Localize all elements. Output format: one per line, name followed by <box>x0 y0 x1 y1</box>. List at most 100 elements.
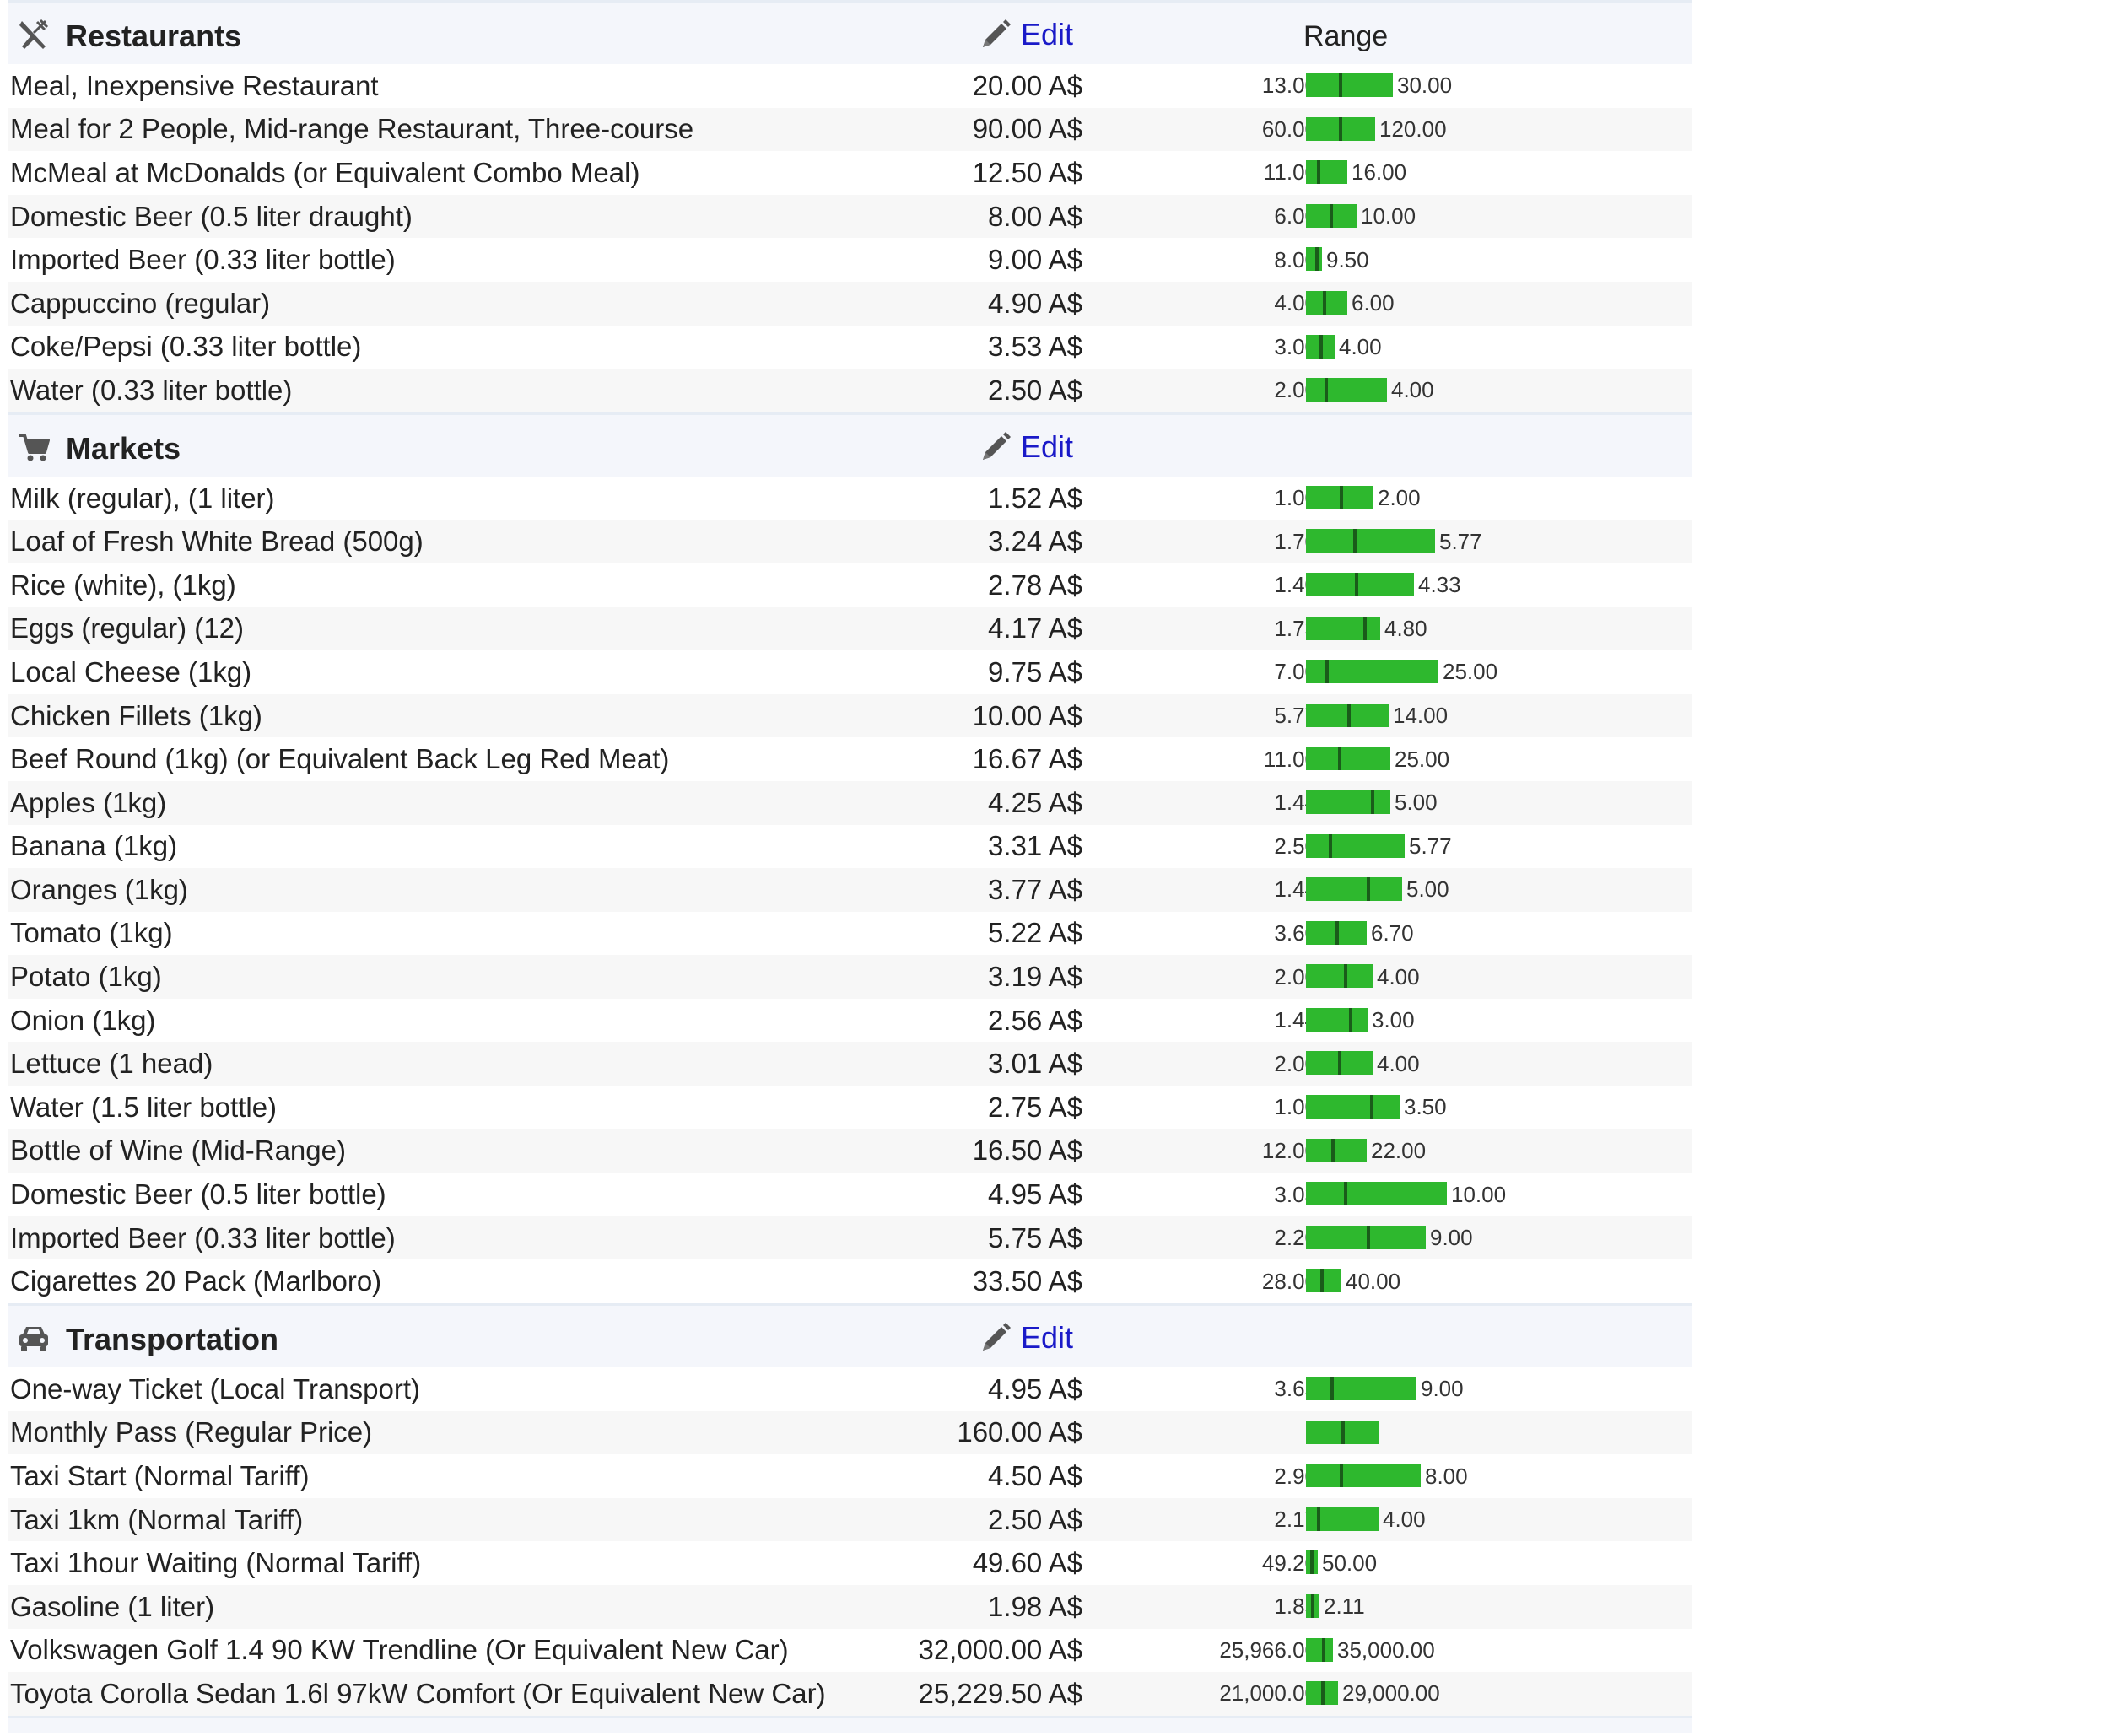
table-row: Imported Beer (0.33 liter bottle) 5.75 A$… <box>8 1216 1692 1260</box>
table-row: Domestic Beer (0.5 liter draught) 8.00 A$… <box>8 194 1692 239</box>
range-marker <box>1367 877 1370 902</box>
edit-link-restaurants[interactable]: Edit <box>979 17 1074 51</box>
item-name: Lettuce (1 head) <box>10 1048 213 1080</box>
section-header-restaurants: Restaurants Edit Range <box>8 0 1692 64</box>
table-row: Coke/Pepsi (0.33 liter bottle) 3.53 A$ 3.0… <box>8 326 1692 369</box>
table-row: Eggs (regular) (12) 4.17 A$ 1.73 4.80 <box>8 607 1692 651</box>
range-max: 16.00 <box>1352 159 1407 186</box>
table-row: Banana (1kg) 3.31 A$ 2.50 5.77 <box>8 825 1692 869</box>
range-bar <box>1306 247 1322 272</box>
item-price: 4.50 A$ <box>988 1460 1082 1492</box>
range-marker <box>1341 1420 1345 1444</box>
item-price: 3.24 A$ <box>988 526 1082 558</box>
table-row: Bottle of Wine (Mid-Range) 16.50 A$ 12.00 2… <box>8 1129 1692 1173</box>
item-name: Monthly Pass (Regular Price) <box>10 1416 373 1448</box>
range-marker <box>1323 290 1326 315</box>
table-row: Volkswagen Golf 1.4 90 KW Trendline (Or … <box>8 1629 1692 1673</box>
item-price: 32,000.00 A$ <box>918 1634 1082 1666</box>
item-price: 3.53 A$ <box>988 331 1082 363</box>
range-bar <box>1306 964 1373 989</box>
range-max: 29,000.00 <box>1342 1680 1440 1706</box>
item-name: Loaf of Fresh White Bread (500g) <box>10 526 424 558</box>
range-marker <box>1367 1225 1370 1249</box>
edit-label: Edit <box>1021 1320 1074 1356</box>
range-max: 2.11 <box>1324 1593 1365 1620</box>
range-max: 14.00 <box>1393 703 1449 729</box>
range-max: 8.00 <box>1425 1463 1468 1489</box>
table-row: Loaf of Fresh White Bread (500g) 3.24 A$ 1… <box>8 520 1692 563</box>
item-price: 4.95 A$ <box>988 1178 1082 1210</box>
table-row: Toyota Corolla Sedan 1.6l 97kW Comfort (… <box>8 1672 1692 1716</box>
item-price: 9.00 A$ <box>988 244 1082 276</box>
range-max: 35,000.00 <box>1337 1636 1435 1663</box>
item-name: One-way Ticket (Local Transport) <box>10 1372 421 1404</box>
range-max: 9.00 <box>1421 1376 1464 1402</box>
item-price: 4.95 A$ <box>988 1372 1082 1404</box>
range-marker <box>1347 703 1351 727</box>
range-marker <box>1344 1182 1347 1206</box>
section-title: Restaurants <box>66 19 242 53</box>
range-marker <box>1317 1507 1320 1531</box>
range-max: 25.00 <box>1395 746 1450 772</box>
range-max: 3.50 <box>1404 1094 1447 1120</box>
range-max: 10.00 <box>1451 1181 1507 1207</box>
item-price: 2.50 A$ <box>988 374 1082 406</box>
item-name: Cappuccino (regular) <box>10 287 271 319</box>
range-marker <box>1315 247 1319 272</box>
range-max: 6.70 <box>1371 919 1414 946</box>
range-max: 5.00 <box>1395 790 1438 816</box>
car-icon <box>17 1321 51 1355</box>
item-name: Imported Beer (0.33 liter bottle) <box>10 1221 396 1253</box>
range-marker <box>1310 1550 1314 1575</box>
table-row: Rice (white), (1kg) 2.78 A$ 1.40 4.33 <box>8 563 1692 607</box>
item-name: Toyota Corolla Sedan 1.6l 97kW Comfort (… <box>10 1677 826 1709</box>
edit-link-markets[interactable]: Edit <box>979 429 1073 464</box>
item-price: 33.50 A$ <box>972 1265 1082 1297</box>
range-bar <box>1306 1095 1400 1119</box>
range-marker <box>1371 790 1374 814</box>
range-max: 25.00 <box>1443 659 1498 685</box>
range-max: 5.00 <box>1406 876 1449 903</box>
item-price: 8.00 A$ <box>988 200 1082 232</box>
item-name: Taxi 1hour Waiting (Normal Tariff) <box>10 1547 422 1579</box>
range-marker <box>1317 160 1320 185</box>
item-price: 3.31 A$ <box>988 830 1082 862</box>
item-name: Water (0.33 liter bottle) <box>10 374 293 406</box>
range-bar <box>1306 790 1390 814</box>
range-marker <box>1325 378 1328 402</box>
item-name: Water (1.5 liter bottle) <box>10 1091 278 1123</box>
item-name: Bottle of Wine (Mid-Range) <box>10 1135 346 1167</box>
range-max: 9.50 <box>1326 246 1369 272</box>
item-price: 160.00 A$ <box>957 1416 1082 1448</box>
item-price: 5.75 A$ <box>988 1221 1082 1253</box>
cost-of-living-table: Restaurants Edit Range Meal, Inexpensive Re… <box>8 0 1692 1733</box>
range-max: 2.00 <box>1378 485 1421 511</box>
range-min: 25,966.00 <box>1219 1636 1317 1663</box>
item-price: 12.50 A$ <box>972 156 1082 188</box>
range-bar <box>1306 572 1414 596</box>
item-price: 3.77 A$ <box>988 873 1082 905</box>
range-marker <box>1363 616 1367 640</box>
item-name: Cigarettes 20 Pack (Marlboro) <box>10 1265 382 1297</box>
range-marker <box>1370 1095 1373 1119</box>
range-marker <box>1353 529 1357 553</box>
pencil-icon <box>979 430 1012 464</box>
range-bar <box>1306 1182 1447 1206</box>
table-row: Beef Round (1kg) (or Equivalent Back Leg… <box>8 737 1692 781</box>
table-row: Milk (regular), (1 liter) 1.52 A$ 1.00 2.00 <box>8 477 1692 520</box>
item-price: 2.78 A$ <box>988 569 1082 601</box>
range-bar <box>1306 616 1380 640</box>
edit-link-transportation[interactable]: Edit <box>979 1320 1074 1356</box>
range-marker <box>1330 203 1333 228</box>
table-row: Potato (1kg) 3.19 A$ 2.00 4.00 <box>8 955 1692 999</box>
item-price: 3.19 A$ <box>988 961 1082 993</box>
edit-label: Edit <box>1021 17 1074 51</box>
range-max: 6.00 <box>1352 290 1395 316</box>
range-marker <box>1344 964 1347 989</box>
item-name: Gasoline (1 liter) <box>10 1590 215 1622</box>
item-name: Local Cheese (1kg) <box>10 655 252 687</box>
table-row: Taxi 1km (Normal Tariff) 2.50 A$ 2.17 4.00 <box>8 1497 1692 1542</box>
table-row: Meal, Inexpensive Restaurant 20.00 A$ 13.0… <box>8 64 1692 108</box>
table-row: Onion (1kg) 2.56 A$ 1.44 3.00 <box>8 999 1692 1043</box>
range-max: 5.77 <box>1439 528 1482 554</box>
